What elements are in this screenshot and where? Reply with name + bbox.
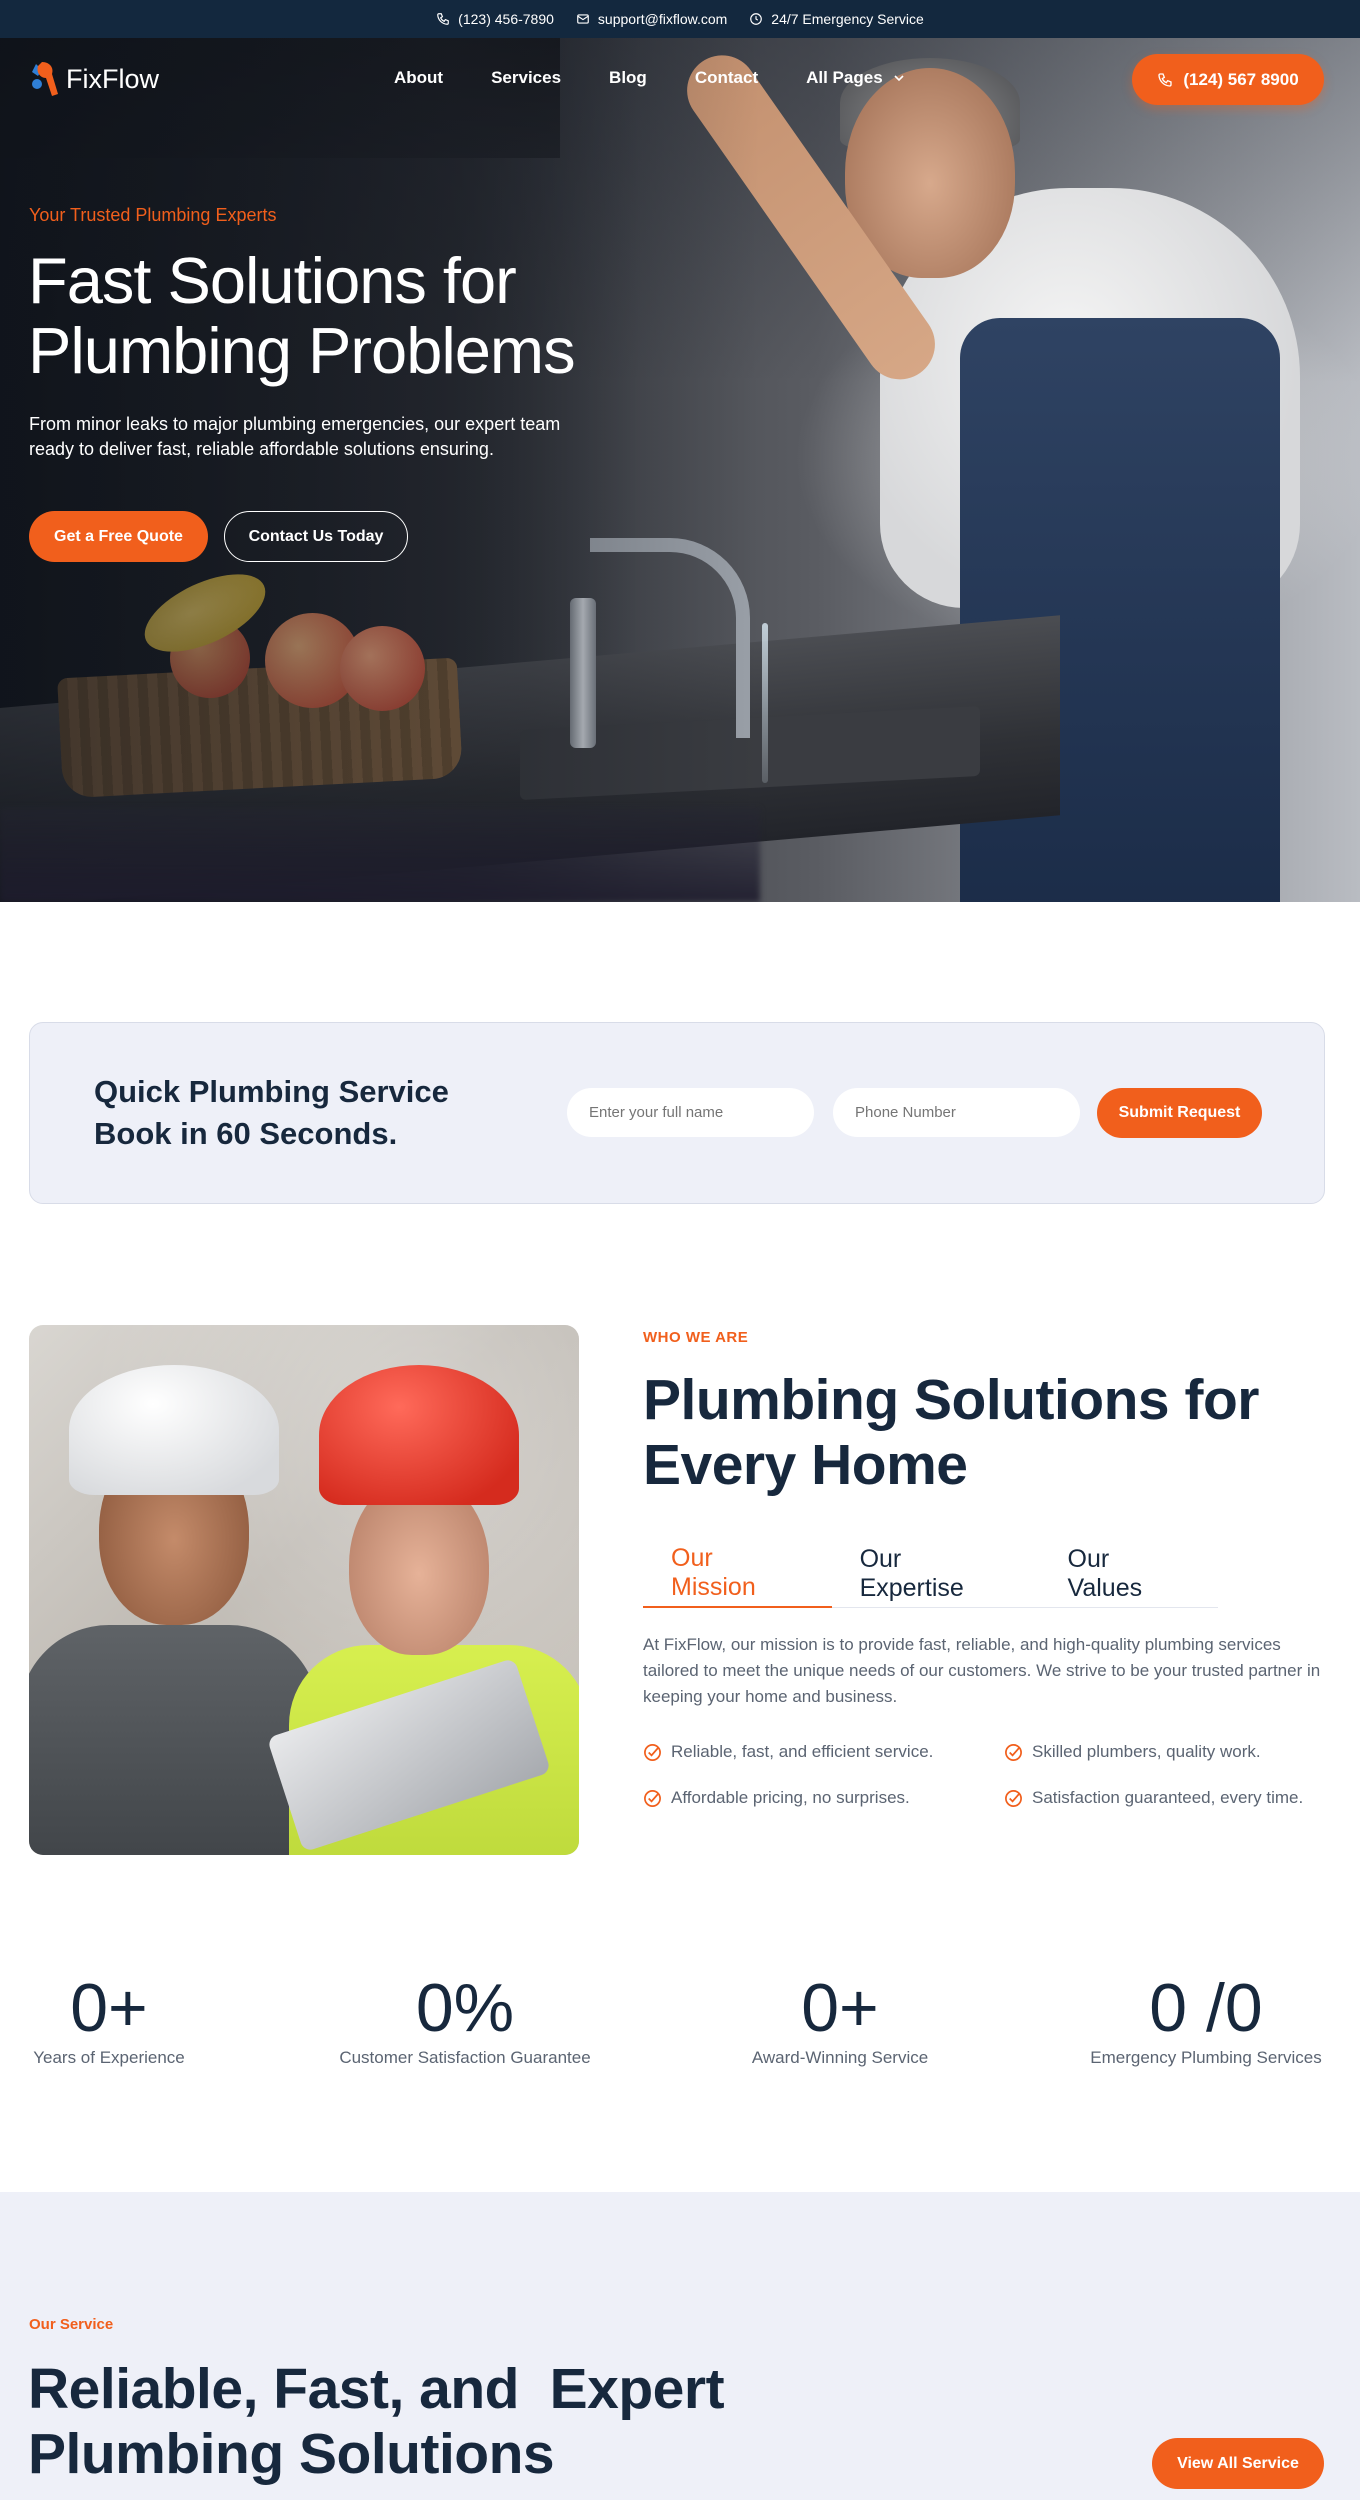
submit-request-button[interactable]: Submit Request xyxy=(1097,1088,1262,1138)
topbar-phone[interactable]: (123) 456-7890 xyxy=(436,11,554,27)
stat-years: 0+ Years of Experience xyxy=(29,1970,189,2068)
nav-all-pages[interactable]: All Pages xyxy=(806,68,905,88)
hero-description: From minor leaks to major plumbing emerg… xyxy=(29,414,561,459)
stat-awards: 0+ Award-Winning Service xyxy=(740,1970,940,2068)
about-title-line-2: Every Home xyxy=(643,1433,968,1497)
get-quote-button[interactable]: Get a Free Quote xyxy=(29,511,208,562)
stat-value: 0+ xyxy=(70,1970,148,2046)
stat-value: 0+ xyxy=(801,1970,879,2046)
tab-our-values[interactable]: Our Values xyxy=(1040,1540,1218,1608)
nav-about[interactable]: About xyxy=(394,68,443,88)
about-title: Plumbing Solutions for Every Home xyxy=(643,1368,1283,1498)
check-item-text: Satisfaction guaranteed, every time. xyxy=(1032,1788,1304,1807)
about-tabs: Our Mission Our Expertise Our Values xyxy=(643,1540,1218,1608)
site-logo[interactable]: FixFlow xyxy=(28,60,159,98)
nav-blog[interactable]: Blog xyxy=(609,68,647,88)
phone-number-input[interactable] xyxy=(833,1088,1080,1137)
mail-icon xyxy=(577,14,589,24)
service-title-line-1: Reliable, Fast, and Expert xyxy=(28,2357,725,2421)
phone-icon xyxy=(437,13,450,25)
header-call-button[interactable]: (124) 567 8900 xyxy=(1132,54,1324,105)
stat-emergency: 0 /0 Emergency Plumbing Services xyxy=(1080,1970,1332,2068)
full-name-input[interactable] xyxy=(567,1088,814,1137)
tab-our-expertise[interactable]: Our Expertise xyxy=(832,1540,1040,1608)
nav-all-pages-label: All Pages xyxy=(806,68,883,87)
top-info-bar: (123) 456-7890 support@fixflow.com 24/7 … xyxy=(0,0,1360,38)
quick-booking-panel: Quick Plumbing Service Book in 60 Second… xyxy=(29,1022,1325,1204)
view-all-service-button[interactable]: View All Service xyxy=(1152,2438,1324,2489)
hero-title-line-2: Plumbing Problems xyxy=(28,314,576,387)
quick-booking-title: Quick Plumbing Service Book in 60 Second… xyxy=(94,1071,494,1155)
nav-contact[interactable]: Contact xyxy=(695,68,758,88)
check-item: Reliable, fast, and efficient service. xyxy=(643,1742,933,1762)
chevron-down-icon xyxy=(894,75,904,82)
check-circle-icon xyxy=(644,1743,661,1761)
wrench-logo-icon xyxy=(32,62,58,96)
check-item: Skilled plumbers, quality work. xyxy=(1004,1742,1261,1762)
stat-label: Customer Satisfaction Guarantee xyxy=(339,2048,591,2067)
about-mission-text: At FixFlow, our mission is to provide fa… xyxy=(643,1635,1321,1706)
stat-value: 0% xyxy=(415,1970,515,2046)
stat-label: Emergency Plumbing Services xyxy=(1090,2048,1322,2067)
check-item-text: Skilled plumbers, quality work. xyxy=(1032,1742,1261,1761)
topbar-email-text: support@fixflow.com xyxy=(597,11,728,27)
topbar-hours-text: 24/7 Emergency Service xyxy=(771,11,924,27)
check-item-text: Affordable pricing, no surprises. xyxy=(671,1788,910,1807)
hero-title-line-1: Fast Solutions for xyxy=(28,244,517,317)
hero-eyebrow: Your Trusted Plumbing Experts xyxy=(29,205,277,225)
quick-title-line-1: Quick Plumbing Service xyxy=(94,1074,449,1109)
check-circle-icon xyxy=(644,1789,661,1807)
contact-us-button[interactable]: Contact Us Today xyxy=(224,511,408,562)
service-section: Our Service Reliable, Fast, and Expert P… xyxy=(0,2192,1360,2500)
hero-title: Fast Solutions for Plumbing Problems xyxy=(28,246,728,386)
check-circle-icon xyxy=(1005,1789,1022,1807)
stat-label: Years of Experience xyxy=(33,2048,185,2067)
about-title-line-1: Plumbing Solutions for xyxy=(643,1368,1259,1432)
check-circle-icon xyxy=(1005,1743,1022,1761)
topbar-email[interactable]: support@fixflow.com xyxy=(576,11,727,27)
service-title-line-2: Plumbing Solutions xyxy=(28,2422,555,2486)
nav-services[interactable]: Services xyxy=(491,68,561,88)
stat-label: Award-Winning Service xyxy=(751,2048,929,2067)
hero-banner-image xyxy=(0,38,1360,902)
stat-value: 0 /0 xyxy=(1149,1970,1263,2046)
logo-text: FixFlow xyxy=(66,63,159,94)
clock-icon xyxy=(750,13,763,25)
plumbers-team-image xyxy=(29,1325,579,1855)
white-helmet xyxy=(69,1365,279,1495)
phone-icon xyxy=(1158,72,1172,87)
header-call-number: (124) 567 8900 xyxy=(1183,69,1299,89)
topbar-hours: 24/7 Emergency Service xyxy=(749,11,924,27)
tab-our-mission[interactable]: Our Mission xyxy=(643,1540,832,1608)
red-helmet xyxy=(319,1365,519,1505)
quick-title-line-2: Book in 60 Seconds. xyxy=(94,1116,398,1151)
about-eyebrow: WHO WE ARE xyxy=(643,1329,749,1346)
check-item: Affordable pricing, no surprises. xyxy=(643,1788,910,1808)
service-title: Reliable, Fast, and Expert Plumbing Solu… xyxy=(28,2357,728,2487)
check-item-text: Reliable, fast, and efficient service. xyxy=(671,1742,934,1761)
service-eyebrow: Our Service xyxy=(29,2316,114,2333)
topbar-phone-text: (123) 456-7890 xyxy=(458,11,554,27)
stat-satisfaction: 0% Customer Satisfaction Guarantee xyxy=(330,1970,600,2068)
main-nav: About Services Blog Contact All Pages xyxy=(394,68,905,88)
check-item: Satisfaction guaranteed, every time. xyxy=(1004,1788,1303,1808)
